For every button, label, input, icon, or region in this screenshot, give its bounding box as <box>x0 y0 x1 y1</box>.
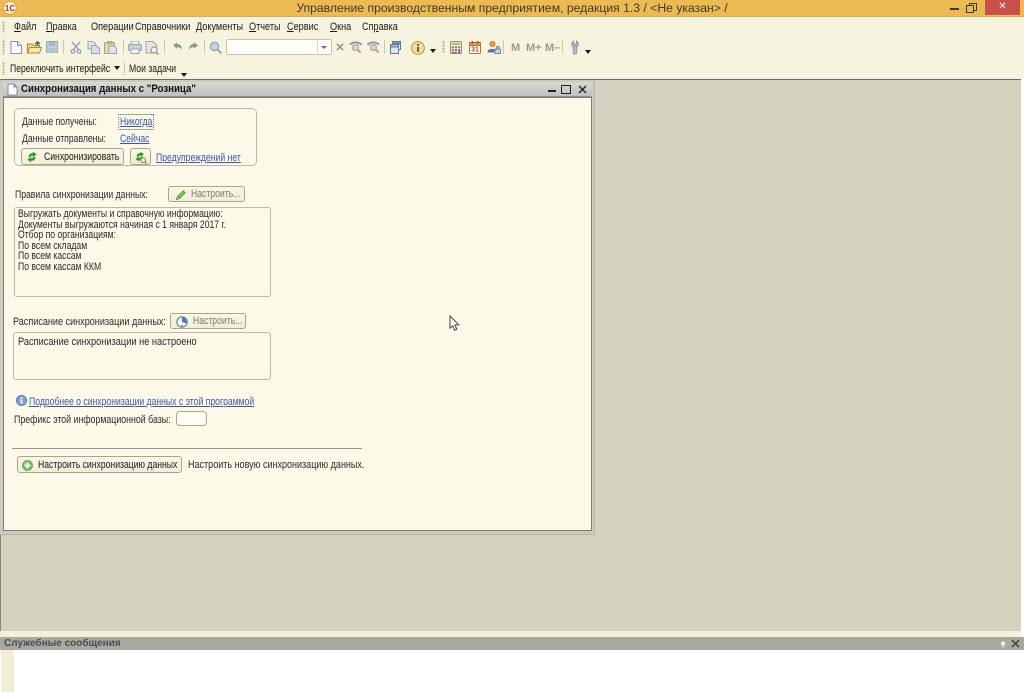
svg-text:31: 31 <box>471 47 479 54</box>
